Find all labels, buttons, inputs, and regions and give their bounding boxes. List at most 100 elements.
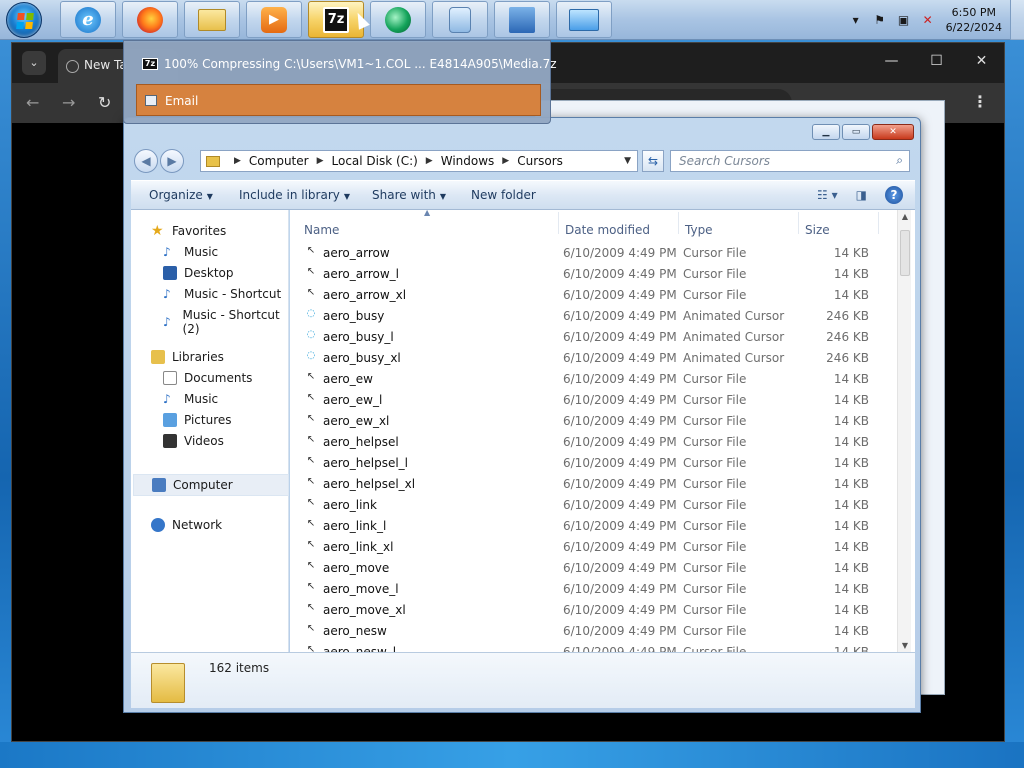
close-icon[interactable]: ✕ (872, 124, 914, 140)
action-center-flag-icon[interactable]: ⚑ (871, 11, 889, 29)
start-button[interactable] (6, 2, 42, 38)
nav-item-documents[interactable]: Documents (163, 371, 252, 385)
file-date: 6/10/2009 4:49 PM (563, 561, 677, 575)
jumplist-title-text: 100% Compressing C:\Users\VM1~1.COL ... … (164, 57, 557, 71)
file-row[interactable]: ↖ aero_link_xl 6/10/2009 4:49 PM Cursor Fil… (290, 536, 890, 557)
file-row[interactable]: ↖ aero_nesw_l 6/10/2009 4:49 PM Cursor File… (290, 641, 890, 652)
include-in-library-button[interactable]: Include in library ▼ (239, 188, 350, 202)
taskbar-display-app[interactable] (556, 1, 612, 38)
breadcrumb-separator-icon[interactable]: ▶ (317, 156, 324, 166)
reload-icon[interactable]: ↻ (98, 93, 111, 112)
chevron-down-icon[interactable]: ▼ (624, 156, 631, 166)
file-row[interactable]: ◌ aero_busy_xl 6/10/2009 4:49 PM Animated C… (290, 347, 890, 368)
breadcrumb-local-disk[interactable]: Local Disk (C:) (332, 154, 418, 168)
file-row[interactable]: ↖ aero_ew 6/10/2009 4:49 PM Cursor File 14 K… (290, 368, 890, 389)
address-bar[interactable]: ▶ Computer ▶ Local Disk (C:) ▶ Windows ▶… (200, 150, 638, 172)
back-arrow-icon[interactable]: ← (26, 93, 39, 112)
file-row[interactable]: ↖ aero_helpsel_xl 6/10/2009 4:49 PM Cursor … (290, 473, 890, 494)
file-row[interactable]: ↖ aero_arrow 6/10/2009 4:49 PM Cursor File 1… (290, 242, 890, 263)
taskbar-network-app[interactable] (494, 1, 550, 38)
file-row[interactable]: ↖ aero_helpsel 6/10/2009 4:49 PM Cursor Fil… (290, 431, 890, 452)
file-row[interactable]: ↖ aero_nesw 6/10/2009 4:49 PM Cursor File 14… (290, 620, 890, 641)
file-row[interactable]: ◌ aero_busy 6/10/2009 4:49 PM Animated Curs… (290, 305, 890, 326)
vertical-scrollbar[interactable]: ▲ ▼ (897, 210, 911, 652)
minimize-icon[interactable]: ▁ (812, 124, 840, 140)
file-row[interactable]: ↖ aero_move 6/10/2009 4:49 PM Cursor File 14… (290, 557, 890, 578)
file-row[interactable]: ↖ aero_move_l 6/10/2009 4:49 PM Cursor File… (290, 578, 890, 599)
column-divider[interactable] (558, 212, 559, 234)
new-folder-button[interactable]: New folder (471, 188, 536, 202)
nav-item-desktop[interactable]: Desktop (163, 266, 234, 280)
breadcrumb-separator-icon[interactable]: ▶ (426, 156, 433, 166)
nav-item-music[interactable]: ♪ Music (163, 245, 218, 259)
nav-item-videos[interactable]: Videos (163, 434, 224, 448)
nav-network[interactable]: Network (151, 518, 222, 532)
preview-pane-icon[interactable]: ◨ (856, 188, 867, 202)
column-header-type[interactable]: Type (685, 210, 713, 238)
file-row[interactable]: ↖ aero_helpsel_l 6/10/2009 4:49 PM Cursor F… (290, 452, 890, 473)
forward-button[interactable]: ▶ (160, 149, 184, 173)
column-header-size[interactable]: Size (805, 210, 830, 238)
file-row[interactable]: ↖ aero_link 6/10/2009 4:49 PM Cursor File 14… (290, 494, 890, 515)
forward-arrow-icon[interactable]: → (62, 93, 75, 112)
command-bar: Organize ▼ Include in library ▼ Share with… (131, 180, 915, 210)
scroll-up-icon[interactable]: ▲ (898, 212, 912, 221)
refresh-button[interactable]: ⇆ (642, 150, 664, 172)
minimize-icon[interactable]: — (869, 43, 914, 79)
breadcrumb-cursors[interactable]: Cursors (517, 154, 563, 168)
taskbar-firefox[interactable] (122, 1, 178, 38)
back-button[interactable]: ◀ (134, 149, 158, 173)
jumplist-title[interactable]: 7z 100% Compressing C:\Users\VM1~1.COL .… (142, 57, 557, 71)
file-row[interactable]: ◌ aero_busy_l 6/10/2009 4:49 PM Animated Cu… (290, 326, 890, 347)
column-header-date[interactable]: Date modified (565, 210, 650, 238)
file-row[interactable]: ↖ aero_move_xl 6/10/2009 4:49 PM Cursor Fil… (290, 599, 890, 620)
search-input[interactable]: Search Cursors ⌕ (670, 150, 910, 172)
maximize-icon[interactable]: ☐ (914, 43, 959, 79)
file-row[interactable]: ↖ aero_arrow_xl 6/10/2009 4:49 PM Cursor Fi… (290, 284, 890, 305)
file-size: 14 KB (833, 435, 869, 449)
tab-search-button[interactable]: ⌄ (22, 51, 46, 75)
file-row[interactable]: ↖ aero_ew_xl 6/10/2009 4:49 PM Cursor File 1… (290, 410, 890, 431)
file-row[interactable]: ↖ aero_ew_l 6/10/2009 4:49 PM Cursor File 14… (290, 389, 890, 410)
column-divider[interactable] (678, 212, 679, 234)
maximize-icon[interactable]: ▭ (842, 124, 870, 140)
nav-item-music[interactable]: ♪ Music (163, 392, 218, 406)
volume-muted-icon[interactable]: ✕ (919, 11, 937, 29)
breadcrumb-separator-icon[interactable]: ▶ (502, 156, 509, 166)
organize-button[interactable]: Organize ▼ (149, 188, 213, 202)
nav-item-music-shortcut[interactable]: ♪ Music - Shortcut (163, 287, 281, 301)
tray-overflow-icon[interactable]: ▾ (847, 11, 865, 29)
taskbar-windows-explorer[interactable] (184, 1, 240, 38)
chrome-menu-icon[interactable]: ⋮ (972, 92, 988, 111)
taskbar-internet-explorer[interactable]: e (60, 1, 116, 38)
share-with-button[interactable]: Share with ▼ (372, 188, 446, 202)
taskbar-green-app[interactable] (370, 1, 426, 38)
nav-item-music-shortcut-2[interactable]: ♪ Music - Shortcut (2) (163, 308, 288, 336)
taskbar-document-app[interactable] (432, 1, 488, 38)
scrollbar-thumb[interactable] (900, 230, 910, 276)
network-tray-icon[interactable]: ▣ (895, 11, 913, 29)
breadcrumb-windows[interactable]: Windows (441, 154, 495, 168)
nav-favorites[interactable]: ★ Favorites (151, 224, 226, 238)
change-view-icon[interactable]: ☷ ▾ (817, 188, 838, 202)
show-desktop-button[interactable] (1010, 0, 1024, 40)
nav-item-pictures[interactable]: Pictures (163, 413, 232, 427)
scroll-down-icon[interactable]: ▼ (898, 641, 912, 650)
cursor-file-icon: ↖ (306, 581, 316, 592)
file-row[interactable]: ↖ aero_arrow_l 6/10/2009 4:49 PM Cursor Fil… (290, 263, 890, 284)
close-icon[interactable]: ✕ (959, 43, 1004, 79)
file-row[interactable]: ↖ aero_link_l 6/10/2009 4:49 PM Cursor File… (290, 515, 890, 536)
column-header-name[interactable]: Name (304, 210, 339, 238)
breadcrumb-separator-icon[interactable]: ▶ (234, 156, 241, 166)
tray-clock[interactable]: 6:50 PM 6/22/2024 (946, 5, 1002, 35)
search-icon[interactable]: ⌕ (896, 153, 903, 168)
nav-computer[interactable]: Computer (133, 474, 289, 496)
help-icon[interactable]: ? (885, 186, 903, 204)
jumplist-item-email[interactable]: Email (136, 84, 541, 116)
nav-libraries[interactable]: Libraries (151, 350, 224, 364)
breadcrumb-computer[interactable]: Computer (249, 154, 309, 168)
column-divider[interactable] (798, 212, 799, 234)
file-size: 246 KB (826, 309, 869, 323)
taskbar-media-player[interactable]: ▶ (246, 1, 302, 38)
column-divider[interactable] (878, 212, 879, 234)
